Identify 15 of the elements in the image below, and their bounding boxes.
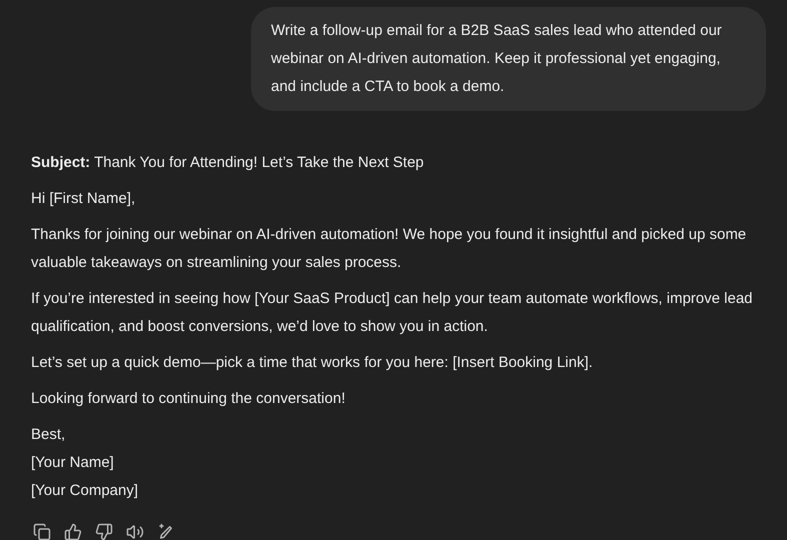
- response-paragraph: If you’re interested in seeing how [Your SaaS Product] can help your team automate workflows, improve lead qualification, and boost conversions, we’d love to show you in action.: [31, 289, 754, 337]
- pencil-sparkle-icon: [156, 522, 174, 540]
- thumbs-down-icon: [94, 522, 112, 540]
- signature-line: [Your Company]: [31, 481, 140, 501]
- user-message-text: Write a follow-up email for a B2B SaaS sales lead who attended our webinar on AI-driven automation. Keep it professional yet engaging, and include a CTA to book a demo.: [271, 21, 723, 97]
- signature-line: Best,: [31, 425, 66, 445]
- response-paragraph: Looking forward to continuing the conversation!: [31, 389, 346, 409]
- copy-icon: [32, 522, 50, 540]
- response-paragraph: Subject: Thank You for Attending! Let’s Take the Next Step: [31, 153, 425, 173]
- response-paragraph: Let’s set up a quick demo—pick a time that works for you here: [Insert Booking Link].: [31, 353, 594, 373]
- response-paragraph: Hi [First Name],: [31, 189, 136, 209]
- thumbs-up-icon: [64, 522, 82, 540]
- response-paragraph: Thanks for joining our webinar on AI-driven automation! We hope you found it insightful and picked up some valuable takeaways on streamlining your sales process.: [31, 225, 748, 273]
- signature-line: [Your Name]: [31, 453, 115, 473]
- speaker-icon: [126, 522, 144, 540]
